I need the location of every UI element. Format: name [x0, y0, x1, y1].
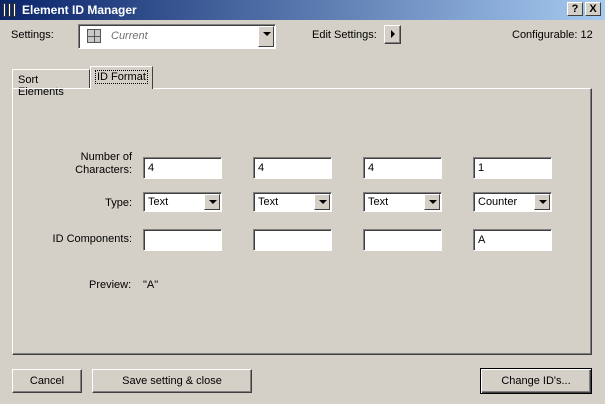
chevron-down-icon[interactable]	[258, 26, 274, 47]
tab-id-format-label: ID Format	[95, 70, 148, 84]
help-button[interactable]: ?	[567, 2, 583, 16]
chevron-down-icon[interactable]	[314, 194, 330, 210]
chars-input-1[interactable]: 4	[143, 157, 222, 179]
close-button[interactable]: X	[585, 2, 601, 16]
type-select-1[interactable]: Text	[143, 192, 222, 212]
element-id-manager-window: Element ID Manager ? X Settings: Current…	[0, 0, 605, 404]
bookshelf-icon	[3, 3, 17, 17]
grid-icon	[87, 29, 101, 43]
chars-label-line2: Characters:	[75, 164, 132, 176]
chars-input-2[interactable]: 4	[253, 157, 332, 179]
title-bar[interactable]: Element ID Manager ? X	[0, 0, 605, 20]
id-format-panel: Number of Characters: Type: ID Component…	[12, 88, 592, 355]
change-ids-button[interactable]: Change ID's...	[480, 368, 592, 394]
settings-dropdown[interactable]: Current	[78, 24, 276, 49]
type-select-1-value: Text	[148, 196, 169, 208]
chevron-down-icon[interactable]	[204, 194, 220, 210]
preview-value: "A"	[143, 279, 159, 291]
type-select-3[interactable]: Text	[363, 192, 442, 212]
chars-label-line1: Number of	[80, 151, 132, 163]
edit-settings-label: Edit Settings:	[312, 29, 377, 41]
component-input-1[interactable]	[143, 229, 222, 251]
cancel-button[interactable]: Cancel	[12, 369, 82, 393]
type-select-4-value: Counter	[478, 196, 518, 208]
save-close-button[interactable]: Save setting & close	[92, 369, 252, 393]
type-select-4[interactable]: Counter	[473, 192, 552, 212]
type-select-3-value: Text	[368, 196, 389, 208]
type-label: Type:	[105, 197, 132, 209]
component-input-2[interactable]	[253, 229, 332, 251]
type-select-2[interactable]: Text	[253, 192, 332, 212]
settings-label: Settings:	[11, 29, 54, 41]
settings-value: Current	[111, 30, 148, 42]
edit-settings-button[interactable]	[384, 25, 401, 44]
preview-label: Preview:	[89, 279, 132, 291]
component-input-3[interactable]	[363, 229, 442, 251]
tab-sort-elements[interactable]: Sort Elements	[12, 69, 90, 98]
chars-input-4[interactable]: 1	[473, 157, 552, 179]
window-title: Element ID Manager	[22, 3, 137, 17]
component-input-4[interactable]: A	[473, 229, 552, 251]
triangle-right-icon	[391, 30, 395, 38]
chars-label: Number of Characters:	[75, 151, 132, 177]
type-select-2-value: Text	[258, 196, 279, 208]
chars-input-3[interactable]: 4	[363, 157, 442, 179]
chevron-down-icon[interactable]	[424, 194, 440, 210]
chevron-down-icon[interactable]	[534, 194, 550, 210]
configurable-count: Configurable: 12	[512, 29, 593, 41]
tab-id-format[interactable]: ID Format	[90, 66, 153, 89]
components-label: ID Components:	[52, 233, 132, 245]
